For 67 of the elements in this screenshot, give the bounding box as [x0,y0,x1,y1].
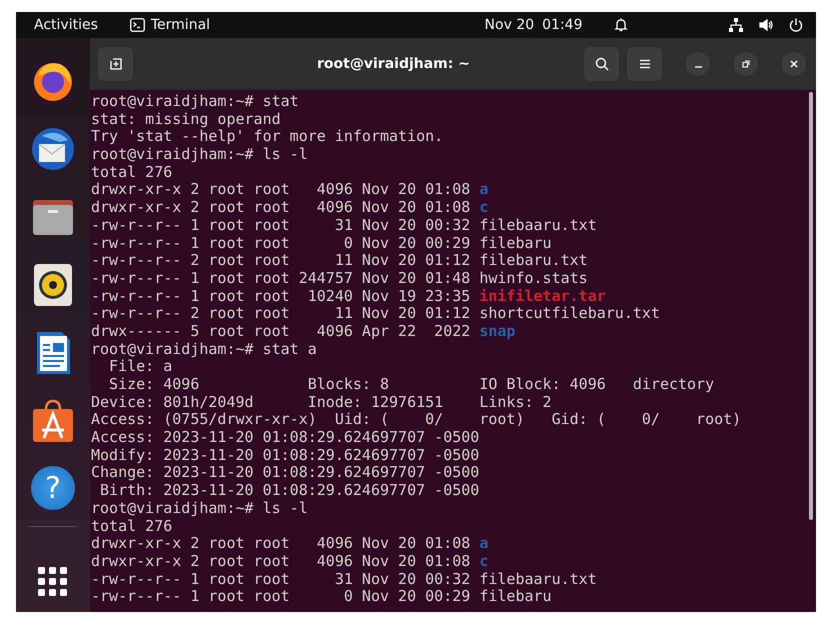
terminal-line: -rw-r--r-- 1 root root 0 Nov 20 00:29 [91,234,472,252]
file-name: snap [479,322,516,340]
terminal-line: root@viraidjham:~# ls -l [91,145,308,164]
power-icon[interactable] [788,17,804,33]
terminal-line: Modify: 2023-11-20 01:08:29.624697707 -0500 [91,446,480,464]
file-name: filebaru [479,234,552,252]
terminal-line: drwxr-xr-x 2 root root 4096 Nov 20 01:08 [91,198,472,216]
activities-button[interactable]: Activities [34,17,98,33]
terminal-line: total 276 [91,162,172,181]
file-name: filebaaru.txt [479,216,597,234]
file-name: shortcutfilebaru.txt [479,304,660,322]
bell-icon [612,17,628,33]
terminal-line: root@viraidjham:~# stat a [91,340,317,358]
file-name: inifiletar.tar [479,286,606,305]
terminal-line: -rw-r--r-- 1 root root 0 Nov 20 00:29 [91,587,472,606]
menu-button[interactable] [627,47,662,81]
close-button[interactable] [782,52,806,76]
search-icon [594,56,610,72]
terminal-line: root@viraidjham:~# stat [91,92,299,110]
terminal-line: File: a [109,357,172,376]
file-name: filebaaru.txt [479,570,597,588]
app-grid-icon[interactable] [38,567,68,597]
terminal-line: -rw-r--r-- 1 root root 31 Nov 20 00:32 [91,216,472,234]
minimize-icon [694,66,702,68]
clock-date[interactable]: Nov 20 [484,17,534,33]
volume-icon[interactable] [758,17,774,33]
file-name: filebaru.txt [479,251,588,270]
terminal-line: Device: 801h/2049d Inode: 12976151 Links: 2 [91,392,552,411]
restore-icon [741,59,751,69]
scrollbar[interactable] [809,92,813,520]
terminal-line: Size: 4096 Blocks: 8 IO Block: 4096 directory [108,375,714,393]
file-name: c [479,198,488,216]
window-title: root@viraidjham: ~ [316,56,471,72]
app-menu[interactable]: Terminal [150,17,210,33]
terminal-icon [130,18,145,32]
file-name: c [479,552,488,570]
terminal-line: -rw-r--r-- 1 root root 31 Nov 20 00:32 [91,570,472,588]
restore-button[interactable] [734,52,758,76]
mail-icon[interactable] [30,126,76,172]
terminal-line: total 276 [91,516,172,534]
file-name: a [479,180,488,198]
minimize-button[interactable] [686,52,710,76]
close-icon [789,59,799,69]
terminal-line: drwx------ 5 root root 4096 Apr 22 2022 [91,322,472,340]
terminal-line: -rw-r--r-- 2 root root 11 Nov 20 01:12 [91,304,472,322]
new-tab-button[interactable] [98,47,133,81]
terminal-line: Change: 2023-11-20 01:08:29.624697707 -0500 [91,463,480,482]
file-name: filebaru [479,587,552,606]
terminal-line: drwxr-xr-x 2 root root 4096 Nov 20 01:08 [91,552,472,570]
terminal-line: Try 'stat --help' for more information. [91,127,444,146]
add-tab-icon [108,56,124,72]
terminal-line: Birth: 2023-11-20 01:08:29.624697707 -0500 [99,481,480,500]
terminal-line: stat: missing operand [91,110,281,128]
shopping-bag-icon[interactable] [30,398,76,444]
terminal-line: -rw-r--r-- 2 root root 11 Nov 20 01:12 [91,251,472,270]
terminal-line: Access: 2023-11-20 01:08:29.624697707 -0500 [91,428,480,446]
terminal-line: root@viraidjham:~# ls -l [91,498,308,517]
terminal-line: drwxr-xr-x 2 root root 4096 Nov 20 01:08 [91,534,472,552]
terminal-line: Access: (0755/drwxr-xr-x) Uid: ( 0/ root) Gid: ( 0/ root) [91,410,742,428]
file-name: a [479,534,488,552]
terminal-line: -rw-r--r-- 1 root root 244757 Nov 20 01:48 [91,268,472,287]
clock-time[interactable]: 01:49 [542,17,582,33]
search-button[interactable] [584,47,619,81]
terminal-line: drwxr-xr-x 2 root root 4096 Nov 20 01:08 [91,180,472,198]
terminal-line: -rw-r--r-- 1 root root 10240 Nov 19 23:35 [91,286,472,305]
network-icon[interactable] [728,17,744,33]
file-name: hwinfo.stats [479,268,588,287]
